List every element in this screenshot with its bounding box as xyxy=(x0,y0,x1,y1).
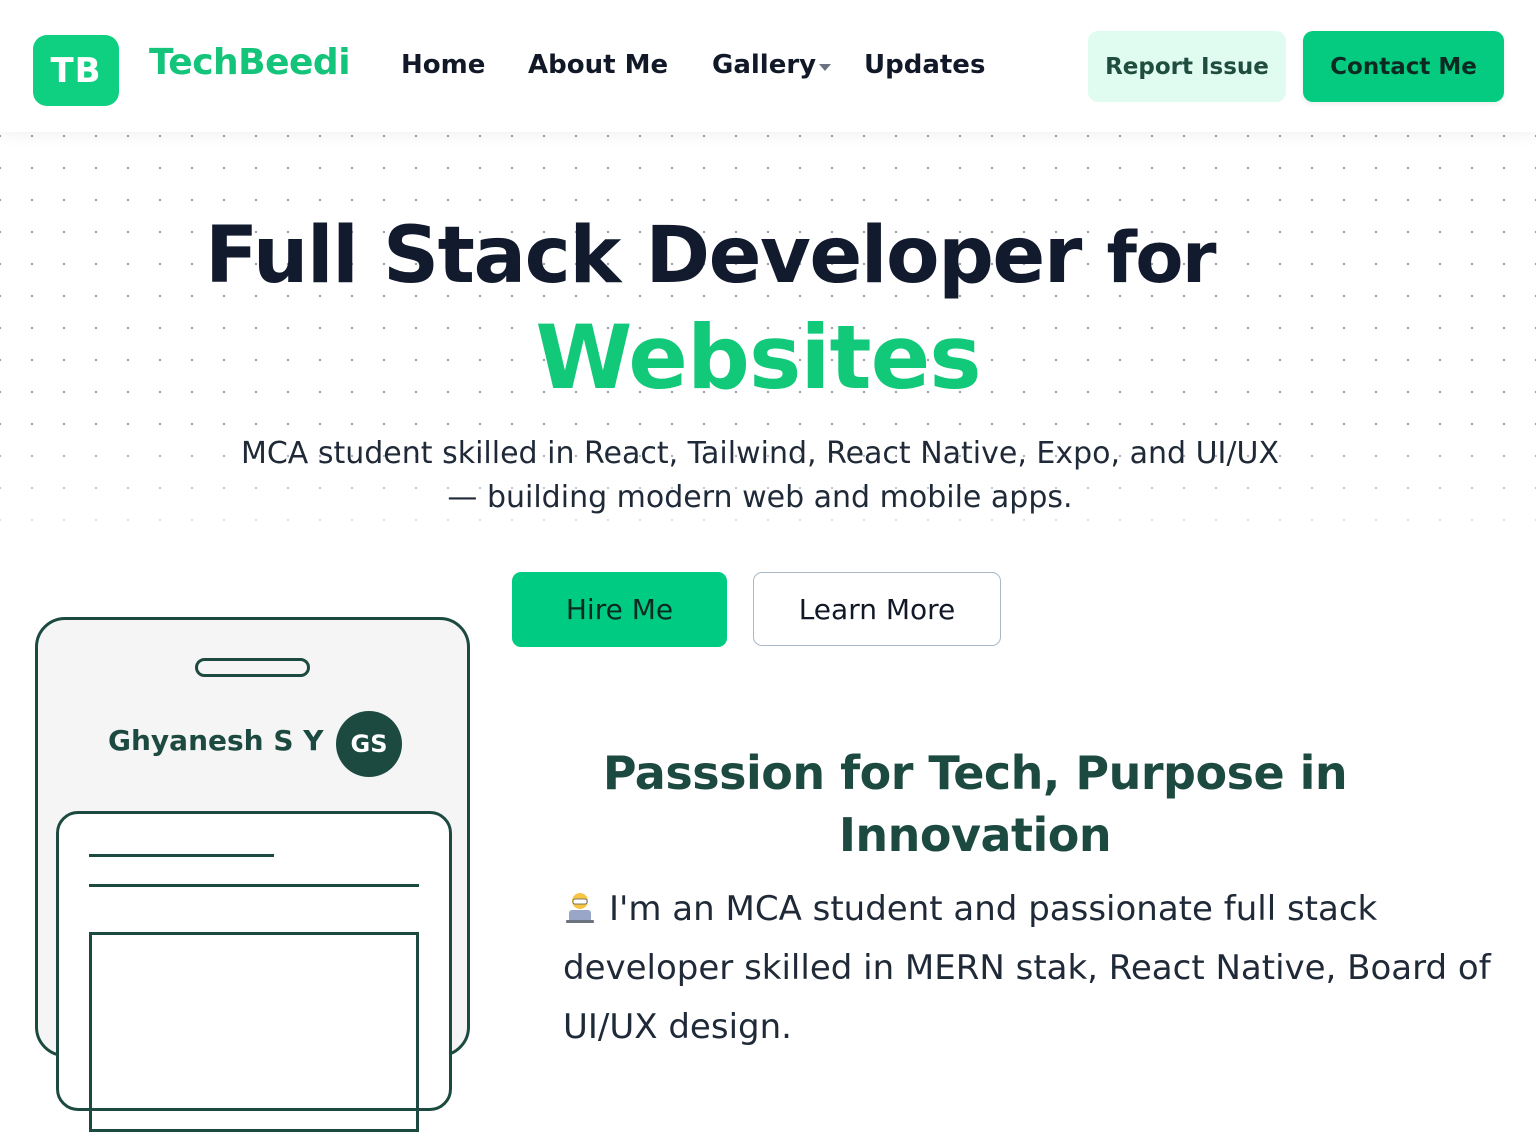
phone-speaker xyxy=(195,658,310,677)
brand-name[interactable]: TechBeedi xyxy=(149,42,351,83)
hero-title-highlight: Websites xyxy=(535,306,981,409)
hero-title-main: Full Stack Developer xyxy=(204,211,1082,301)
passion-title: Passsion for Tech, Purpose in Innovation xyxy=(602,746,1348,862)
navbar: TB TechBeedi Home About Me Gallery Updat… xyxy=(0,0,1536,132)
nav-updates[interactable]: Updates xyxy=(864,50,985,80)
hire-me-button[interactable]: Hire Me xyxy=(512,572,727,647)
learn-more-button[interactable]: Learn More xyxy=(753,572,1001,646)
chevron-down-icon[interactable] xyxy=(819,64,831,71)
screen-image-placeholder xyxy=(89,932,419,1132)
hero-title: Full Stack Developer for xyxy=(0,210,1420,304)
logo-badge[interactable]: TB xyxy=(33,35,119,106)
technologist-icon xyxy=(566,893,594,923)
nav-home[interactable]: Home xyxy=(401,50,485,80)
hero-title-for: for xyxy=(1106,217,1216,299)
report-issue-button[interactable]: Report Issue xyxy=(1088,31,1286,102)
phone-illustration: Ghyanesh S Y GS xyxy=(35,617,470,1132)
contact-me-button[interactable]: Contact Me xyxy=(1303,31,1504,102)
profile-name: Ghyanesh S Y xyxy=(108,724,324,757)
screen-line-short xyxy=(89,854,274,857)
nav-about-me[interactable]: About Me xyxy=(528,50,668,80)
passion-body: I'm an MCA student and passionate full s… xyxy=(563,880,1493,1057)
screen-line-long xyxy=(89,884,419,887)
hero-description: MCA student skilled in React, Tailwind, … xyxy=(240,436,1280,515)
avatar: GS xyxy=(336,711,402,777)
passion-body-text: I'm an MCA student and passionate full s… xyxy=(563,889,1491,1047)
nav-gallery[interactable]: Gallery xyxy=(712,50,816,80)
phone-screen xyxy=(56,811,452,1132)
